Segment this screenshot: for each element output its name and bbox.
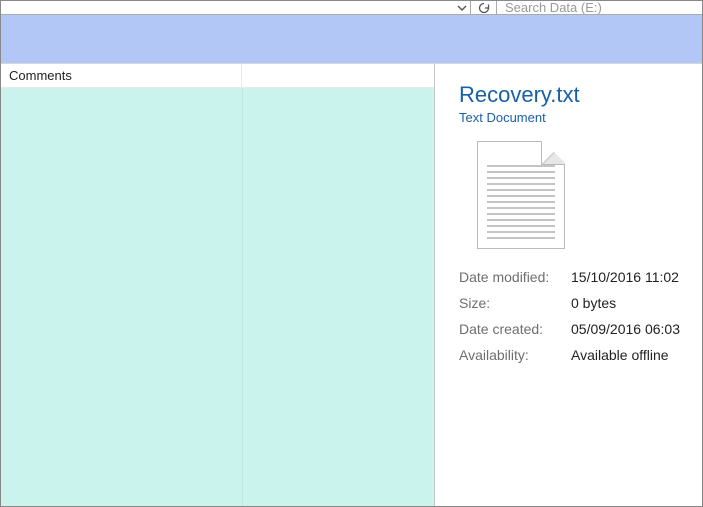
- value-date-created: 05/09/2016 06:03: [571, 319, 682, 340]
- value-size: 0 bytes: [571, 293, 682, 314]
- file-list-pane: Comments: [1, 64, 435, 506]
- refresh-icon: [478, 2, 490, 14]
- preview-filename: Recovery.txt: [459, 82, 682, 108]
- address-search-bar: Search Data (E:): [1, 1, 702, 15]
- text-document-icon: [477, 141, 565, 249]
- preview-filetype: Text Document: [459, 110, 682, 125]
- label-size: Size:: [459, 293, 571, 314]
- address-bar[interactable]: [1, 1, 471, 14]
- content-area: Comments Recovery.txt Text Document Date…: [1, 64, 702, 506]
- chevron-down-icon[interactable]: [456, 2, 468, 14]
- value-date-modified: 15/10/2016 11:02: [571, 267, 682, 288]
- list-selection-col1: [1, 88, 242, 506]
- label-date-created: Date created:: [459, 319, 571, 340]
- column-headers: Comments: [1, 64, 434, 88]
- column-header-comments[interactable]: Comments: [1, 64, 242, 87]
- label-availability: Availability:: [459, 345, 571, 366]
- value-availability: Available offline: [571, 345, 682, 366]
- column-header-spacer[interactable]: [242, 64, 434, 87]
- preview-icon-wrap: [477, 141, 682, 249]
- preview-metadata: Date modified: 15/10/2016 11:02 Size: 0 …: [459, 267, 682, 366]
- preview-pane: Recovery.txt Text Document Date modified…: [435, 64, 702, 506]
- ribbon-strip: [1, 15, 702, 64]
- refresh-button[interactable]: [471, 1, 497, 14]
- list-selection-col2: [242, 88, 434, 506]
- label-date-modified: Date modified:: [459, 267, 571, 288]
- file-list-body[interactable]: [1, 88, 434, 506]
- search-input[interactable]: Search Data (E:): [497, 1, 702, 14]
